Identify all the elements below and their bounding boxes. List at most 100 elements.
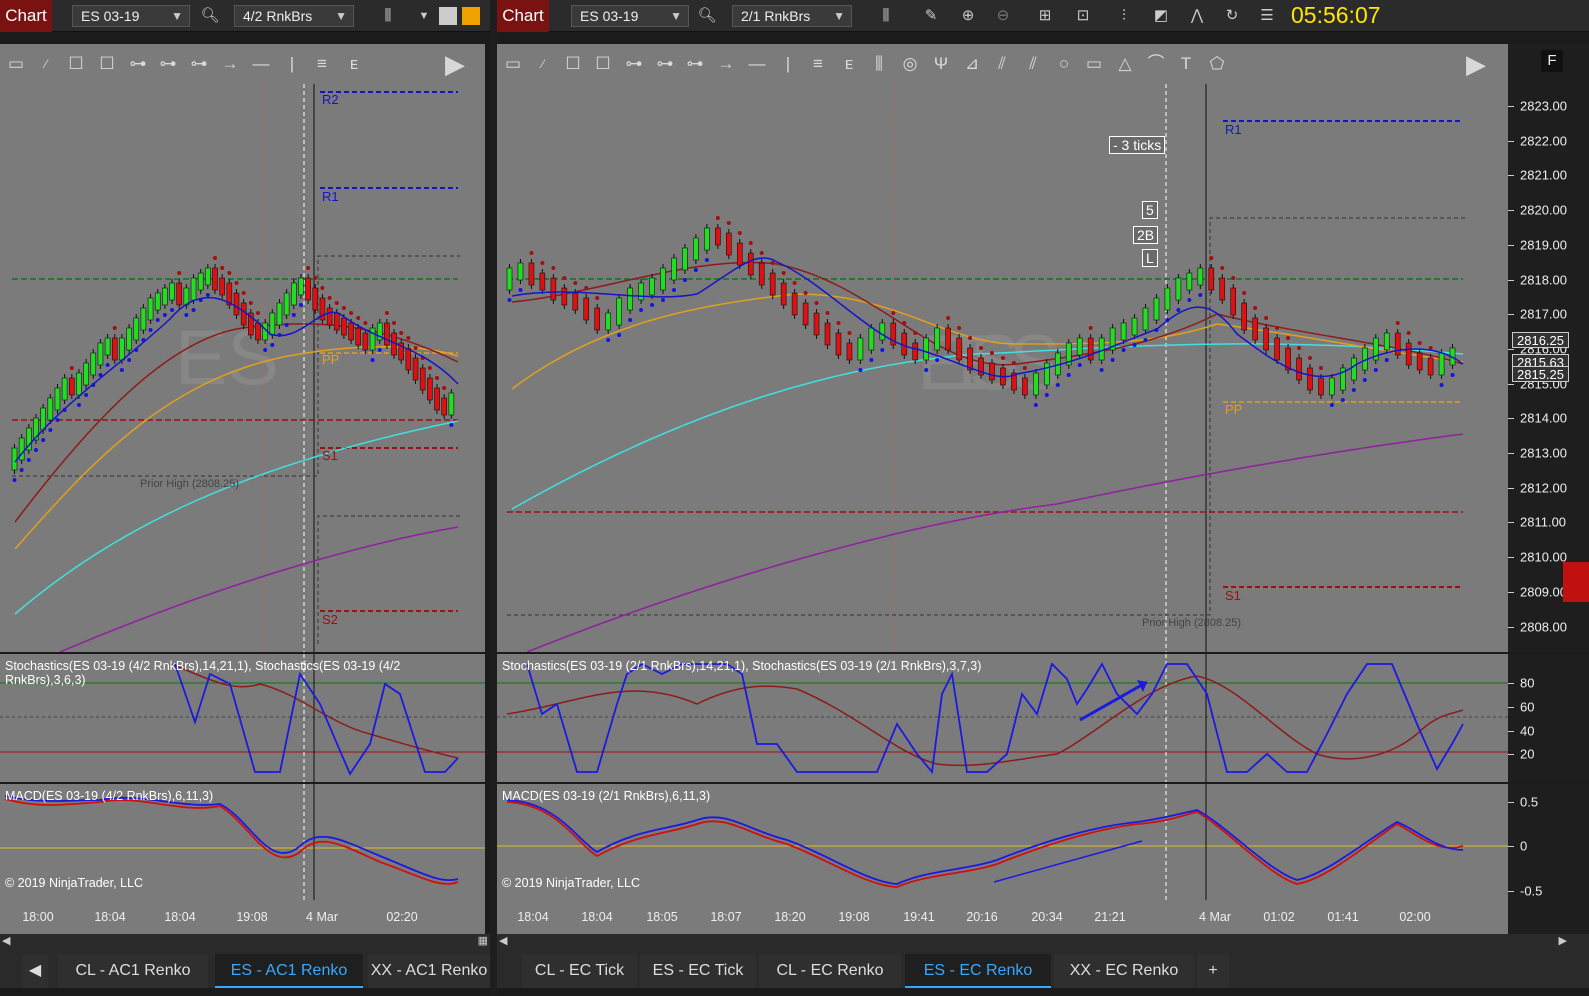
marker-5[interactable]: 5 <box>1142 201 1158 219</box>
left-macd-panel[interactable]: MACD(ES 03-19 (4/2 RnkBrs),6,11,3) © 201… <box>0 784 485 900</box>
crosshair-icon[interactable]: ⊞ <box>1035 6 1055 26</box>
templates-icon[interactable]: ◩ <box>1151 6 1171 26</box>
trail-dot <box>507 298 512 302</box>
dropdown-arrow-icon[interactable]: ▼ <box>414 6 434 26</box>
right-scrollbar[interactable]: ◀ ▶ <box>497 934 1589 948</box>
tab-es-ec-renko[interactable]: ES - EC Renko <box>905 954 1051 988</box>
zoom-in-icon[interactable]: ⊕ <box>958 6 978 26</box>
left-price-panel[interactable]: ▭ ⁄ ☐ ☐ ⊶ ⊶ ⊶ → — | ≡ ᴇ ▶ ES R2 R1 PP S1… <box>0 44 485 652</box>
candle <box>1164 287 1171 311</box>
trail-dot <box>1417 341 1422 345</box>
left-s1-label: S1 <box>322 448 338 463</box>
right-macd-panel[interactable]: MACD(ES 03-19 (2/1 RnkBrs),6,11,3) © 201… <box>497 784 1508 900</box>
tabs-scroll-left-icon[interactable]: ◀ <box>22 954 48 988</box>
price-axis-tick <box>1508 591 1514 593</box>
pencil-icon[interactable]: ✎ <box>921 6 941 26</box>
time-label: 21:21 <box>1094 910 1126 924</box>
candle <box>550 277 557 301</box>
trail-dot <box>869 358 874 362</box>
tab-cl-ac1-renko[interactable]: CL - AC1 Renko <box>58 954 208 988</box>
candle <box>1022 377 1028 396</box>
trail-dot <box>913 331 918 335</box>
scroll-left-icon[interactable]: ◀ <box>499 934 507 947</box>
marker-l[interactable]: L <box>1142 249 1158 267</box>
candle <box>857 337 864 361</box>
candle <box>76 372 82 396</box>
time-label: 4 Mar <box>306 910 338 924</box>
trail-dot <box>370 358 375 362</box>
left-scrollbar[interactable]: ◀ ▦ <box>0 934 490 948</box>
candle <box>54 387 61 411</box>
trail-dot <box>639 308 644 312</box>
trail-dot <box>349 311 354 315</box>
color-swatch-orange[interactable] <box>462 7 480 25</box>
right-stochastics-panel[interactable]: Stochastics(ES 03-19 (2/1 RnkBrs),14,21,… <box>497 654 1508 782</box>
price-axis-label: 2817.00 <box>1520 306 1567 322</box>
tab-cl-ec-renko[interactable]: CL - EC Renko <box>759 954 901 988</box>
properties-icon[interactable]: ☰ <box>1257 6 1277 26</box>
right-price-axis[interactable]: 2823.00 2822.00 2821.00 2820.00 2819.00 2818.… <box>1508 44 1589 652</box>
marker-2b[interactable]: 2B <box>1133 226 1159 244</box>
indicators-icon[interactable]: ⫶ <box>1114 6 1134 26</box>
right-macd-axis[interactable]: 0.5 0 -0.5 <box>1508 784 1589 900</box>
candle <box>1131 317 1138 336</box>
trail-dot <box>650 303 655 307</box>
candle <box>704 227 710 251</box>
macd-axis-label: -0.5 <box>1520 883 1543 899</box>
reload-icon[interactable]: ↻ <box>1222 6 1242 26</box>
color-swatch-gray[interactable] <box>439 7 457 25</box>
left-instrument-selector[interactable]: ES 03-19 ▼ <box>72 5 190 27</box>
scroll-right-icon[interactable]: ▶ <box>1559 934 1567 947</box>
tab-xx-ec-renko[interactable]: XX - EC Renko <box>1054 954 1194 988</box>
add-tab-button[interactable]: + <box>1197 954 1229 988</box>
right-price-panel[interactable]: ▭ ⁄ ☐ ☐ ⊶ ⊶ ⊶ → — | ≡ ᴇ ⫼ ◎ Ψ ⊿ ⫽ ⫽ ○ ▭ … <box>497 44 1508 652</box>
zoom-out-icon[interactable]: ⊖ <box>993 6 1013 26</box>
candle <box>126 327 132 351</box>
trail-dot <box>26 458 31 462</box>
trail-dot <box>573 281 578 285</box>
search-icon[interactable]: 🔍︎ <box>697 6 717 26</box>
left-chart-button[interactable]: Chart <box>0 0 52 32</box>
left-bars-selector[interactable]: 4/2 RnkBrs ▼ <box>234 5 354 27</box>
right-instrument-selector[interactable]: ES 03-19 ▼ <box>571 5 689 27</box>
right-bars-selector[interactable]: 2/1 RnkBrs ▼ <box>732 5 852 27</box>
right-chart-button[interactable]: Chart <box>497 0 549 32</box>
scroll-handle-icon[interactable]: ▦ <box>478 934 488 947</box>
right-time-axis[interactable]: 18:04 18:04 18:05 18:07 18:20 19:08 19:41 20:16… <box>497 900 1508 935</box>
tab-es-ec-tick[interactable]: ES - EC Tick <box>640 954 756 988</box>
strategies-icon[interactable]: ⋀ <box>1187 6 1207 26</box>
trail-dot <box>1406 331 1411 335</box>
ticks-annotation[interactable]: - 3 ticks <box>1109 136 1166 154</box>
time-label: 01:41 <box>1327 910 1359 924</box>
bar-type-icon[interactable]: ⫼ <box>876 6 896 26</box>
trail-dot <box>682 278 687 282</box>
candle <box>154 292 161 311</box>
left-stochastics-panel[interactable]: Stochastics(ES 03-19 (4/2 RnkBrs),14,21,… <box>0 654 485 782</box>
scroll-left-icon[interactable]: ◀ <box>2 934 10 947</box>
candle <box>255 322 261 341</box>
left-prior-box-2 <box>317 515 460 644</box>
candle <box>111 337 118 361</box>
right-r1-label: R1 <box>1225 122 1242 137</box>
candle <box>333 312 340 331</box>
candle <box>283 292 290 316</box>
data-box-icon[interactable]: ⊡ <box>1073 6 1093 26</box>
candle <box>934 327 940 351</box>
chevron-down-icon: ▼ <box>171 9 183 23</box>
corner-button[interactable]: F <box>1541 50 1563 72</box>
tab-xx-ac1-renko[interactable]: XX - AC1 Renko <box>368 954 490 988</box>
trail-dot <box>341 306 346 310</box>
candle <box>1241 302 1247 331</box>
search-icon[interactable]: 🔍︎ <box>200 6 220 26</box>
price-axis-tick <box>1508 175 1514 177</box>
candle <box>1263 327 1269 351</box>
trail-dot <box>1307 356 1312 360</box>
tab-es-ac1-renko[interactable]: ES - AC1 Renko <box>215 954 363 988</box>
candle <box>11 447 18 471</box>
bar-type-icon[interactable]: ⫼ <box>378 6 398 26</box>
left-time-axis[interactable]: 18:00 18:04 18:04 19:08 4 Mar 02:20 <box>0 900 485 935</box>
right-stoch-axis[interactable]: 80 60 40 20 <box>1508 654 1589 782</box>
tab-cl-ec-tick[interactable]: CL - EC Tick <box>522 954 637 988</box>
time-label: 18:04 <box>94 910 126 924</box>
candle <box>605 312 611 331</box>
